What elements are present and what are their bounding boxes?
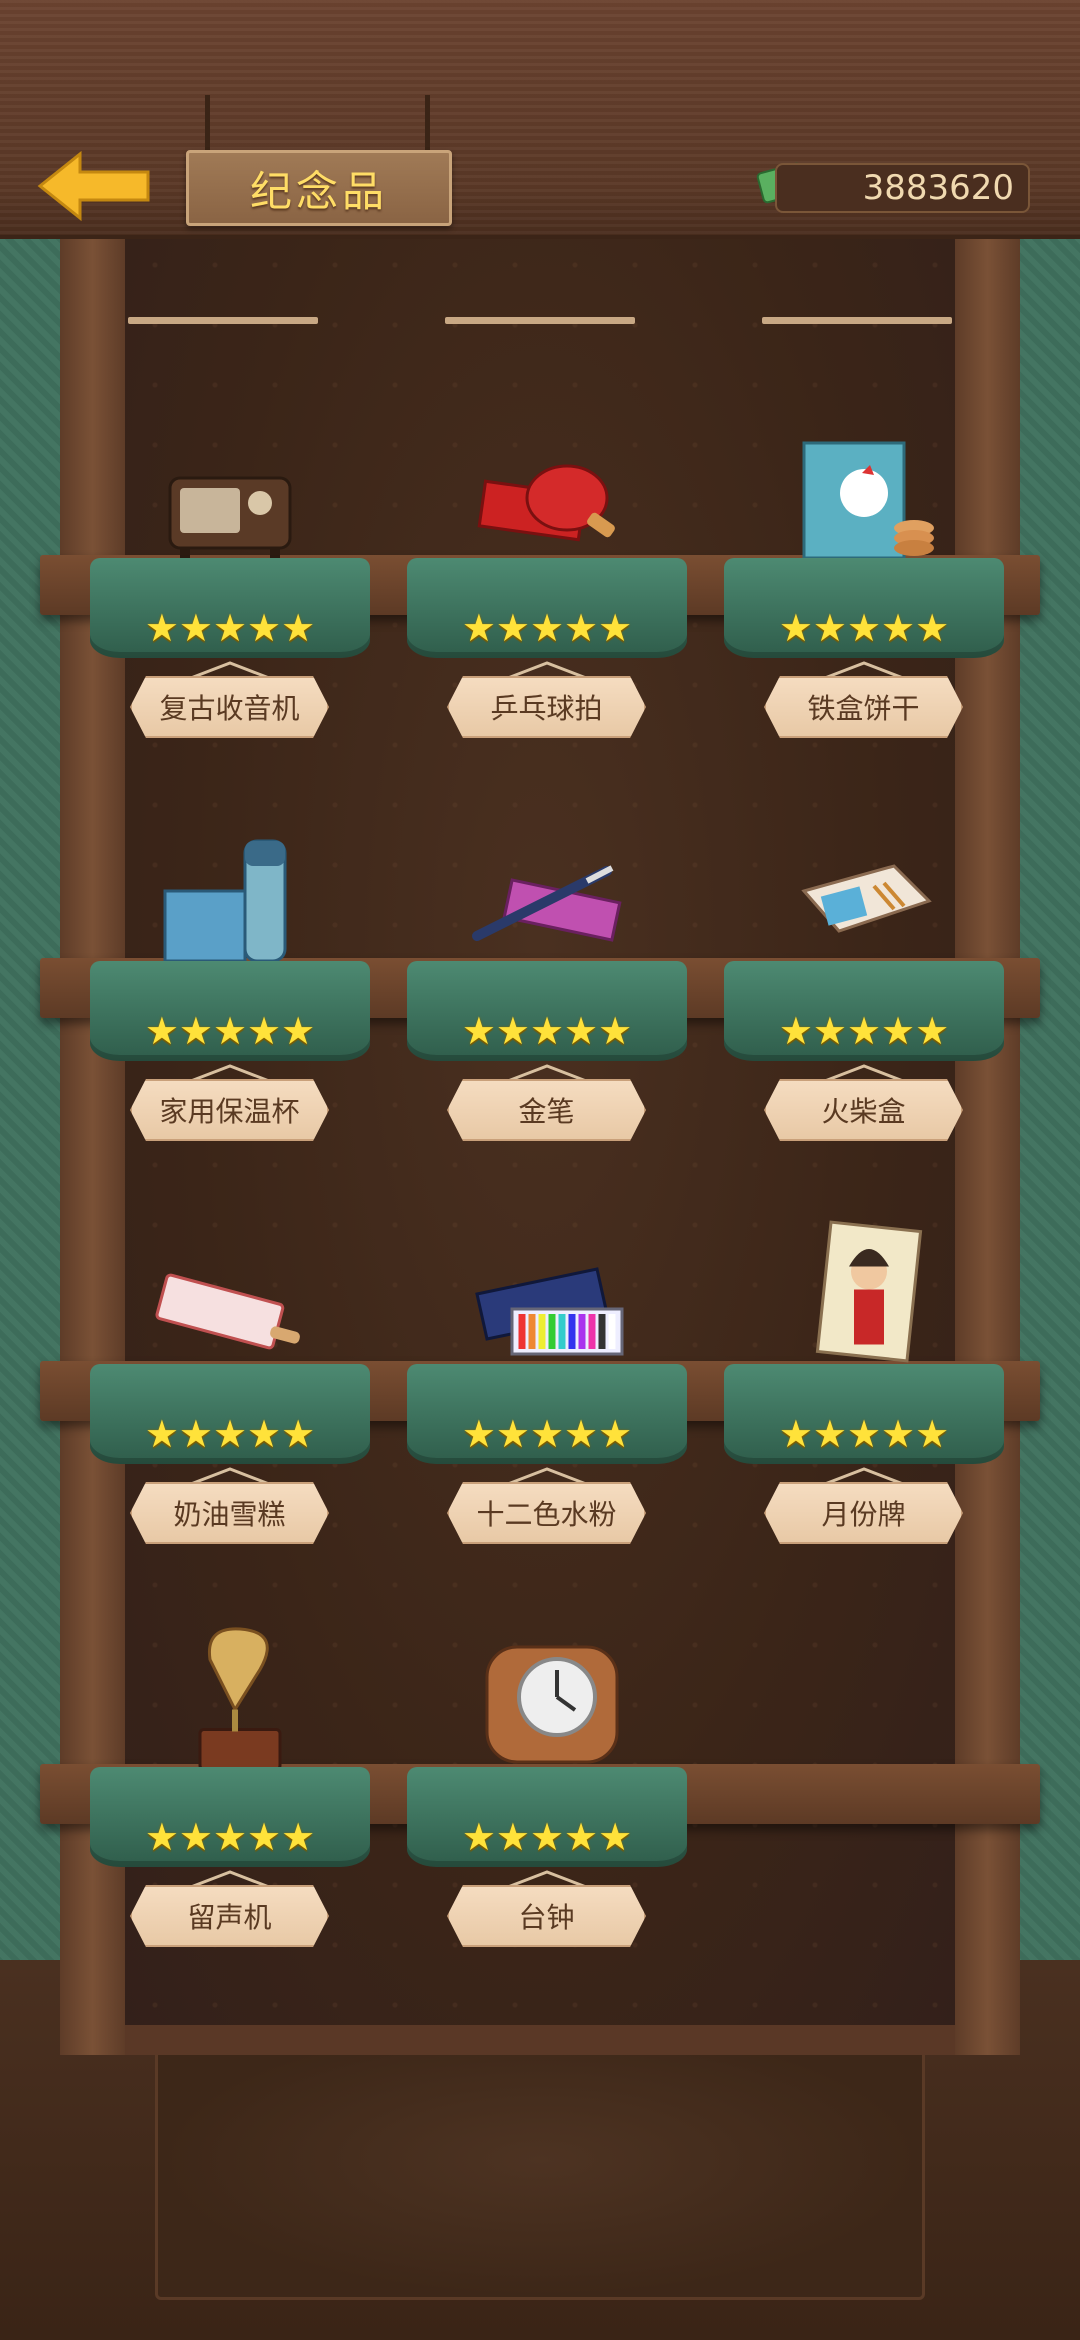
item-name-tag: 铁盒饼干	[764, 676, 963, 738]
right-wall	[1010, 235, 1080, 1965]
fountain-pen-icon	[472, 865, 622, 942]
biscuit-tin-icon	[802, 441, 934, 560]
item-name-tag: 复古收音机	[130, 676, 329, 738]
star-rating: ★★★★★	[778, 1009, 950, 1053]
star-rating: ★★★★★	[461, 1412, 633, 1456]
page-title: 纪念品	[186, 150, 452, 226]
ping-pong-paddle-icon	[477, 464, 615, 542]
item-name-tag: 奶油雪糕	[130, 1482, 329, 1544]
item-name-tag: 家用保温杯	[130, 1079, 329, 1141]
item-name-tag: 乒乓球拍	[447, 676, 646, 738]
item-name-tag: 月份牌	[764, 1482, 963, 1544]
ice-cream-icon	[155, 1273, 300, 1350]
item-name-tag: 火柴盒	[764, 1079, 963, 1141]
thermos-icon	[163, 839, 287, 963]
star-rating: ★★★★★	[144, 1412, 316, 1456]
star-rating: ★★★★★	[778, 1412, 950, 1456]
desk-clock-icon	[485, 1645, 619, 1764]
star-rating: ★★★★★	[461, 1815, 633, 1859]
item-name-tag: 十二色水粉	[447, 1482, 646, 1544]
radio-icon	[168, 476, 292, 560]
star-rating: ★★★★★	[461, 606, 633, 650]
matchbox-icon	[801, 864, 932, 933]
currency-counter: 3883620	[775, 163, 1030, 213]
gramophone-icon	[198, 1627, 282, 1771]
back-arrow-icon[interactable]	[36, 150, 156, 222]
star-rating: ★★★★★	[144, 1009, 316, 1053]
item-name-tag: 金笔	[447, 1079, 646, 1141]
item-name-tag: 留声机	[130, 1885, 329, 1947]
calendar-poster-icon	[815, 1220, 923, 1363]
star-rating: ★★★★★	[461, 1009, 633, 1053]
paint-set-icon	[475, 1267, 624, 1356]
header-bar: 纪念品 3883620	[0, 0, 1080, 239]
star-rating: ★★★★★	[144, 606, 316, 650]
star-rating: ★★★★★	[778, 606, 950, 650]
item-name-tag: 台钟	[447, 1885, 646, 1947]
star-rating: ★★★★★	[144, 1815, 316, 1859]
